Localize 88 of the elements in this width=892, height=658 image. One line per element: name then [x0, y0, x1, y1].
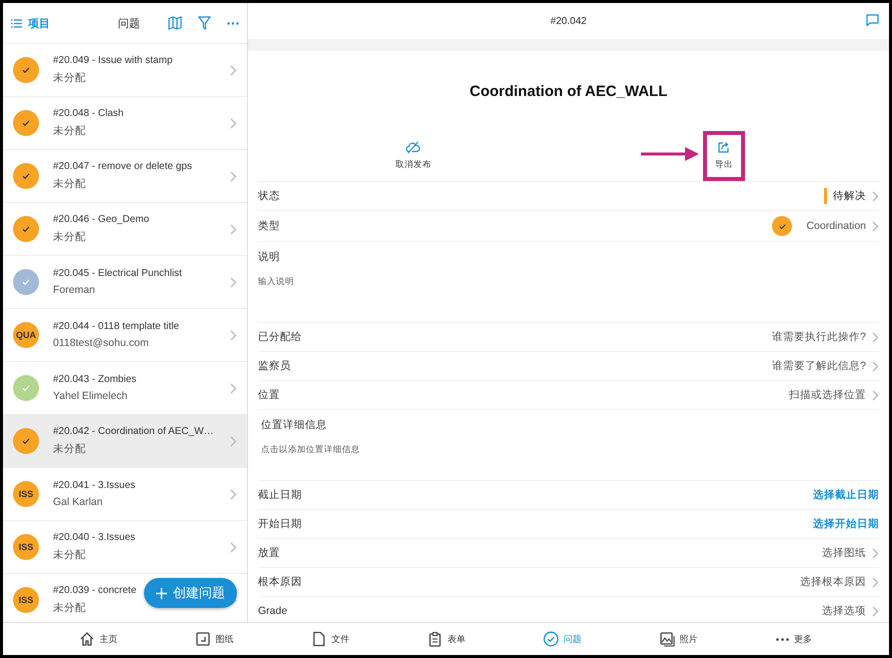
- issue-title: #20.045 - Electrical Punchlist: [53, 268, 182, 279]
- tab-bar-item[interactable]: 主页: [40, 623, 156, 655]
- drawing-icon: [194, 631, 210, 647]
- field-label: 位置: [258, 388, 280, 402]
- issue-type-badge: ISS: [13, 481, 39, 507]
- more-icon: [776, 638, 789, 640]
- type-value[interactable]: Coordination: [806, 220, 866, 232]
- issue-title: #20.043 - Zombies: [53, 374, 136, 385]
- filter-icon[interactable]: [198, 16, 211, 30]
- issue-assignee: 0118test@sohu.com: [53, 337, 149, 349]
- issue-assignee: Gal Karlan: [53, 496, 103, 508]
- issue-assignee: Yahel Elimelech: [53, 390, 128, 402]
- field-label: 说明: [258, 250, 281, 264]
- issue-list-item[interactable]: #20.046 - Geo_Demo 未分配: [3, 203, 247, 256]
- tab-bar-item[interactable]: 更多: [736, 623, 852, 655]
- picker-value[interactable]: 谁需要了解此信息?: [772, 359, 866, 373]
- issue-list-item[interactable]: #20.048 - Clash 未分配: [3, 97, 247, 150]
- issue-list-item[interactable]: #20.047 - remove or delete gps 未分配: [3, 150, 247, 203]
- issue-title-heading: Coordination of AEC_WALL: [470, 82, 668, 100]
- issue-list-item[interactable]: ISS #20.041 - 3.Issues Gal Karlan: [3, 468, 247, 521]
- field-label: Grade: [258, 605, 288, 617]
- issue-assignee: 未分配: [53, 601, 86, 615]
- tab-bar-item[interactable]: 表单: [388, 623, 504, 655]
- cloud-slash-icon: [406, 141, 420, 154]
- picker-value[interactable]: 谁需要执行此操作?: [772, 330, 866, 344]
- clipboard-icon: [426, 631, 442, 647]
- issue-title: #20.048 - Clash: [53, 108, 124, 119]
- issue-title: #20.044 - 0118 template title: [53, 321, 180, 332]
- issue-type-badge: ISS: [13, 534, 39, 560]
- comment-icon[interactable]: [866, 14, 879, 26]
- date-link[interactable]: 选择开始日期: [813, 517, 879, 531]
- issue-title: #20.040 - 3.Issues: [53, 532, 136, 543]
- issue-list-item[interactable]: QUA #20.044 - 0118 template title 0118test@sohu.com: [3, 309, 247, 362]
- photo-icon: [658, 631, 674, 647]
- picker-value[interactable]: 选择选项: [822, 604, 866, 618]
- picker-value[interactable]: 选择根本原因: [800, 575, 866, 589]
- tab-bar-item[interactable]: 问题: [504, 623, 620, 655]
- status-value[interactable]: 待解决: [833, 189, 866, 203]
- plus-icon: [156, 588, 167, 598]
- tab-bar-item[interactable]: 图纸: [156, 623, 272, 655]
- create-issue-button[interactable]: 创建问题: [144, 578, 237, 608]
- issue-list-item[interactable]: #20.042 - Coordination of AEC_W… 未分配: [3, 415, 247, 468]
- map-icon[interactable]: [168, 16, 182, 30]
- more-icon[interactable]: [227, 22, 239, 24]
- issue-list-item[interactable]: #20.049 - Issue with stamp 未分配: [3, 44, 247, 97]
- field-label: 状态: [258, 189, 280, 203]
- field-label: 开始日期: [258, 517, 302, 531]
- share-icon: [717, 141, 730, 154]
- check-circle-icon: [542, 631, 558, 647]
- field-label: 已分配给: [258, 330, 302, 344]
- home-icon: [78, 631, 94, 647]
- issue-assignee: Foreman: [53, 284, 96, 296]
- field-label: 位置详细信息: [261, 418, 328, 432]
- description-field[interactable]: 输入说明: [258, 276, 631, 306]
- picker-value[interactable]: 扫描或选择位置: [789, 388, 866, 402]
- projects-button[interactable]: 项目: [11, 16, 50, 30]
- issue-title: #20.046 - Geo_Demo: [53, 214, 150, 225]
- field-label: 类型: [258, 219, 280, 233]
- issue-type-badge: QUA: [13, 322, 39, 348]
- issue-title: #20.039 - concrete: [53, 585, 136, 596]
- issue-assignee: 未分配: [53, 442, 86, 456]
- annotation-arrow: [640, 147, 699, 161]
- list-icon: [11, 18, 22, 28]
- issue-title: #20.042 - Coordination of AEC_W…: [53, 426, 214, 437]
- issue-list-item[interactable]: #20.045 - Electrical Punchlist Foreman: [3, 256, 247, 309]
- issue-assignee: 未分配: [53, 548, 86, 562]
- field-label: 根本原因: [258, 575, 302, 589]
- file-icon: [310, 631, 326, 647]
- issue-assignee: 未分配: [53, 124, 86, 138]
- issue-title: #20.041 - 3.Issues: [53, 480, 136, 491]
- tab-bar-item[interactable]: 照片: [620, 623, 736, 655]
- field-label: 监察员: [258, 359, 291, 373]
- issue-list-item[interactable]: ISS #20.040 - 3.Issues 未分配: [3, 521, 247, 574]
- field-label: 截止日期: [258, 488, 302, 502]
- issue-title: #20.049 - Issue with stamp: [53, 55, 173, 66]
- unpublish-button[interactable]: 取消发布: [383, 131, 444, 181]
- description-field[interactable]: 点击以添加位置详细信息: [261, 444, 632, 474]
- issue-assignee: 未分配: [53, 177, 86, 191]
- issue-assignee: 未分配: [53, 230, 86, 244]
- tab-bar-item[interactable]: 文件: [272, 623, 388, 655]
- date-link[interactable]: 选择截止日期: [813, 488, 879, 502]
- picker-value[interactable]: 选择图纸: [822, 546, 866, 560]
- panel-title: 问题: [117, 16, 141, 30]
- issue-type-badge: ISS: [13, 587, 39, 613]
- issue-number: #20.042: [550, 16, 587, 26]
- field-label: 放置: [258, 546, 280, 560]
- issue-assignee: 未分配: [53, 71, 86, 85]
- issue-title: #20.047 - remove or delete gps: [53, 161, 192, 172]
